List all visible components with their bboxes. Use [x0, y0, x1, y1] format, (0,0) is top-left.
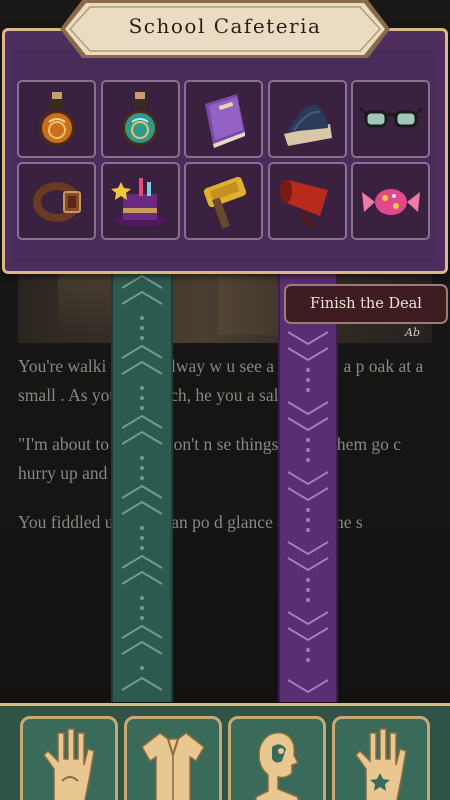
wizard-hat-icon: [284, 105, 332, 146]
palm-hand-icon: [43, 728, 95, 800]
action-button-palm[interactable]: [20, 716, 118, 800]
story-text: You're walki n the hallway w u see a sen…: [18, 352, 438, 557]
teal-potion-icon: [122, 92, 158, 146]
title-plaque: School Cafeteria: [60, 0, 390, 58]
inventory-slot-red-megaphone[interactable]: [267, 162, 347, 240]
inventory-slot-teal-potion[interactable]: [100, 80, 180, 158]
book-icon: [204, 94, 245, 148]
action-button-shirt[interactable]: [124, 716, 222, 800]
action-button-hand[interactable]: [332, 716, 430, 800]
spectacles-icon: [358, 107, 423, 128]
inventory-slot-magic-top-hat[interactable]: [100, 162, 180, 240]
story-paragraph-3: You fiddled ur jellybean po d glance aro…: [18, 512, 363, 532]
inventory-slot-orange-potion[interactable]: [17, 80, 96, 158]
inventory-slot-golden-hammer[interactable]: [184, 162, 263, 240]
orange-potion-icon: [38, 92, 75, 146]
inventory-slot-spectacles[interactable]: [351, 80, 430, 158]
inventory-slot-purple-book[interactable]: [184, 80, 263, 158]
megaphone-icon: [280, 179, 328, 226]
finish-deal-button[interactable]: Finish the Deal: [284, 284, 448, 324]
page-title: School Cafeteria: [128, 14, 322, 38]
head-profile-icon: [255, 732, 300, 800]
inventory-slot-leather-belt[interactable]: [17, 162, 96, 240]
inventory-grid: [17, 80, 433, 240]
purple-banner: [278, 270, 338, 702]
inventory-slot-pink-candy[interactable]: [351, 162, 430, 240]
hammer-icon: [203, 176, 246, 229]
inventory-slot-wizard-hat[interactable]: [267, 80, 347, 158]
candy-icon: [361, 189, 420, 215]
belt-icon: [32, 182, 81, 222]
shirt-icon: [141, 732, 205, 800]
top-hat-icon: [111, 178, 166, 227]
artist-signature: Ab: [405, 326, 420, 339]
story-paragraph-1: You're walki n the hallway w u see a sen…: [18, 356, 424, 405]
open-hand-icon: [355, 728, 407, 800]
green-banner: [111, 270, 173, 702]
action-button-head[interactable]: [228, 716, 326, 800]
action-bar: [0, 703, 450, 800]
story-paragraph-2: "I'm about to te, so I don't n se things…: [18, 434, 402, 483]
